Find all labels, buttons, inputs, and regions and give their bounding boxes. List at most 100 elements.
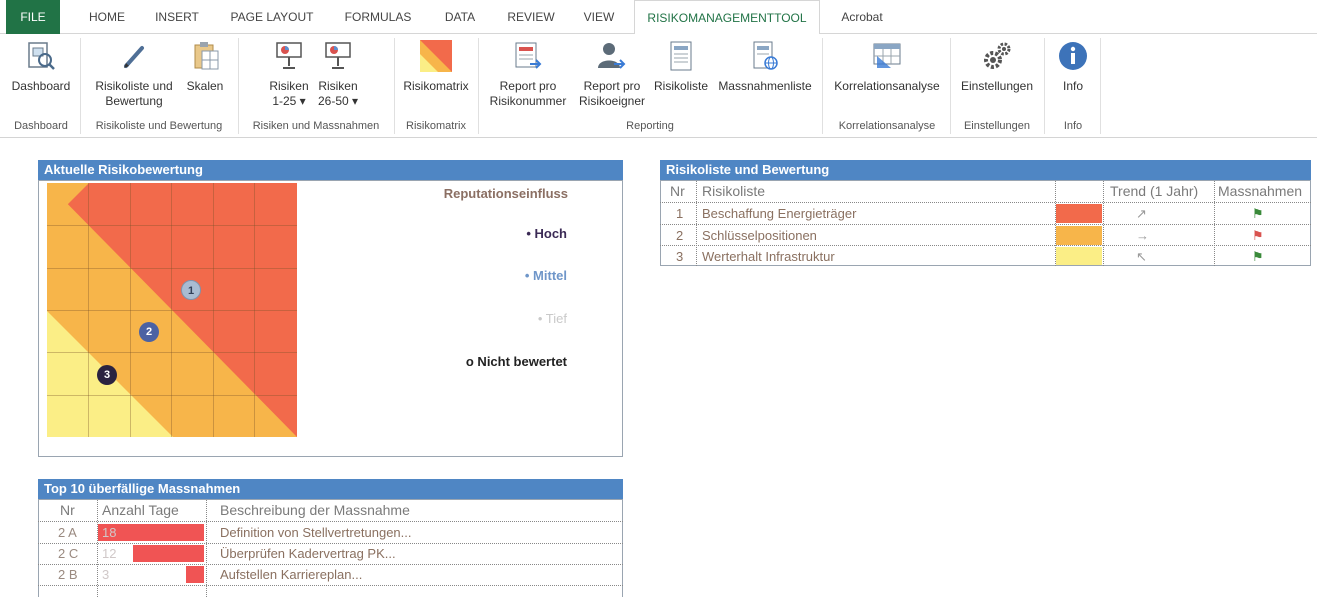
report-eig-label-2: Risikoeigner	[578, 94, 646, 108]
tab-file[interactable]: FILE	[6, 0, 60, 34]
row-nr: 2	[676, 228, 684, 243]
group-label-korrelation: Korrelationsanalyse	[838, 120, 936, 132]
trend-arrow: ↖	[1136, 249, 1147, 264]
report-eig-label-1: Report pro	[583, 79, 641, 93]
risikoliste-bewertung-button[interactable]: Risikoliste und Bewertung	[86, 40, 182, 109]
tab-home[interactable]: HOME	[78, 0, 136, 34]
column-divider	[97, 500, 98, 597]
trend-arrow: →	[1136, 228, 1149, 243]
risikomatrix-label: Risikomatrix	[403, 79, 469, 93]
legend-mittel: • Mittel	[524, 268, 567, 283]
overdue-description: Definition von Stellvertretungen...	[220, 525, 412, 540]
risk-matrix-icon	[420, 40, 452, 72]
spreadsheet-ruler-icon	[871, 40, 903, 72]
column-divider	[1214, 181, 1215, 266]
tab-page-layout[interactable]: PAGE LAYOUT	[222, 0, 322, 34]
group-label-dashboard: Dashboard	[14, 120, 68, 132]
column-divider	[1103, 181, 1104, 266]
tab-review[interactable]: REVIEW	[498, 0, 564, 34]
korrelationsanalyse-button[interactable]: Korrelationsanalyse	[826, 40, 948, 94]
row-risk-name: Schlüsselpositionen	[702, 228, 817, 243]
risk-matrix: 1 2 3	[47, 183, 297, 437]
group-divider	[822, 38, 823, 134]
massnahmenliste-label: Massnahmenliste	[718, 79, 812, 93]
risk-list-title: Risikoliste und Bewertung	[660, 160, 1311, 180]
einstellungen-button[interactable]: Einstellungen	[952, 40, 1042, 94]
report-nr-label-1: Report pro	[499, 79, 557, 93]
report-risikonummer-button[interactable]: Report pro Risikonummer	[484, 40, 572, 109]
overdue-row[interactable]: 2 C 12 Überprüfen Kadervertrag PK...	[38, 543, 623, 564]
header-massnahmen: Massnahmen	[1218, 183, 1303, 199]
group-divider	[80, 38, 81, 134]
risikomatrix-button[interactable]: Risikomatrix	[396, 40, 476, 94]
risk-assessment-title: Aktuelle Risikobewertung	[38, 160, 623, 180]
matrix-grid-line	[47, 268, 297, 269]
risiken-2-label-1: Risiken	[318, 79, 358, 93]
risikoliste-label: Risikoliste	[653, 79, 708, 93]
overdue-days-value: 18	[102, 525, 117, 540]
risk-marker-3[interactable]: 3	[97, 365, 117, 385]
clipboard-icon	[189, 40, 221, 72]
risiken-2-label-2: 26-50 ▾	[317, 94, 359, 108]
korrelationsanalyse-label: Korrelationsanalyse	[834, 79, 940, 93]
risiken-1-label-1: Risiken	[269, 79, 309, 93]
presentation-icon	[322, 40, 354, 72]
overdue-description: Überprüfen Kadervertrag PK...	[220, 546, 396, 561]
group-label-risikomatrix: Risikomatrix	[406, 120, 466, 132]
skalen-label: Skalen	[186, 79, 224, 93]
pencil-icon	[118, 40, 150, 72]
risk-marker-2[interactable]: 2	[139, 322, 159, 342]
legend-hoch: • Hoch	[526, 226, 567, 241]
column-divider	[206, 500, 207, 597]
massnahmenliste-button[interactable]: Massnahmenliste	[712, 40, 818, 94]
tab-formulas[interactable]: FORMULAS	[336, 0, 420, 34]
risikoliste-button[interactable]: Risikoliste	[650, 40, 712, 94]
matrix-grid-line	[47, 310, 297, 311]
column-divider	[696, 181, 697, 266]
group-divider	[394, 38, 395, 134]
overdue-row[interactable]: 2 A 18 Definition von Stellvertretungen...	[38, 522, 623, 543]
overdue-days-value: 3	[102, 567, 110, 582]
tab-acrobat[interactable]: Acrobat	[832, 0, 892, 34]
tab-insert[interactable]: INSERT	[146, 0, 208, 34]
overdue-description: Aufstellen Karriereplan...	[220, 567, 363, 582]
report-export-icon	[512, 40, 544, 72]
tab-view[interactable]: VIEW	[576, 0, 622, 34]
overdue-row[interactable]: 2 B 3 Aufstellen Karriereplan...	[38, 564, 623, 585]
group-label-info: Info	[1063, 120, 1083, 132]
gears-icon	[981, 40, 1013, 72]
row-nr: 2 A	[58, 525, 77, 540]
risk-marker-1[interactable]: 1	[181, 280, 201, 300]
group-divider	[478, 38, 479, 134]
group-label-reporting: Reporting	[626, 120, 674, 132]
row-nr: 2 C	[58, 546, 79, 561]
report-risikoeigner-button[interactable]: Report pro Risikoeigner	[574, 40, 650, 109]
dashboard-button[interactable]: Dashboard	[6, 40, 76, 94]
report-nr-label-2: Risikonummer	[489, 94, 567, 108]
overdue-header: Nr Anzahl Tage Beschreibung der Massnahm…	[38, 500, 623, 521]
ribbon-tab-bar: FILE HOME INSERT PAGE LAYOUT FORMULAS DA…	[0, 0, 1317, 35]
group-divider	[950, 38, 951, 134]
risiken-1-25-dropdown[interactable]: Risiken 1-25 ▾	[266, 40, 312, 109]
row-risk-name: Beschaffung Energieträger	[702, 206, 857, 221]
risiken-26-50-dropdown[interactable]: Risiken 26-50 ▾	[314, 40, 362, 109]
legend-tief: • Tief	[537, 311, 567, 326]
group-label-risiken: Risiken und Massnahmen	[252, 120, 380, 132]
flag-icon: ⚑	[1252, 206, 1264, 221]
header-nr: Nr	[60, 502, 75, 518]
tab-risikomanagementtool[interactable]: RISIKOMANAGEMENTTOOL	[634, 0, 820, 35]
dashboard-icon	[25, 40, 57, 72]
matrix-grid-line	[47, 352, 297, 353]
risiken-1-label-2: 1-25 ▾	[272, 94, 306, 108]
legend-title: Reputationseinfluss	[443, 186, 568, 201]
flag-icon: ⚑	[1252, 249, 1264, 264]
ribbon: Dashboard Dashboard Risikoliste und Bewe…	[0, 34, 1317, 138]
tab-data[interactable]: DATA	[434, 0, 486, 34]
overdue-title: Top 10 überfällige Massnahmen	[38, 479, 623, 499]
risk-rating-cell	[1056, 204, 1102, 223]
info-button[interactable]: Info	[1048, 40, 1098, 94]
risk-rating-cell	[1056, 226, 1102, 245]
header-nr: Nr	[670, 183, 685, 199]
group-divider	[238, 38, 239, 134]
skalen-button[interactable]: Skalen	[182, 40, 228, 94]
